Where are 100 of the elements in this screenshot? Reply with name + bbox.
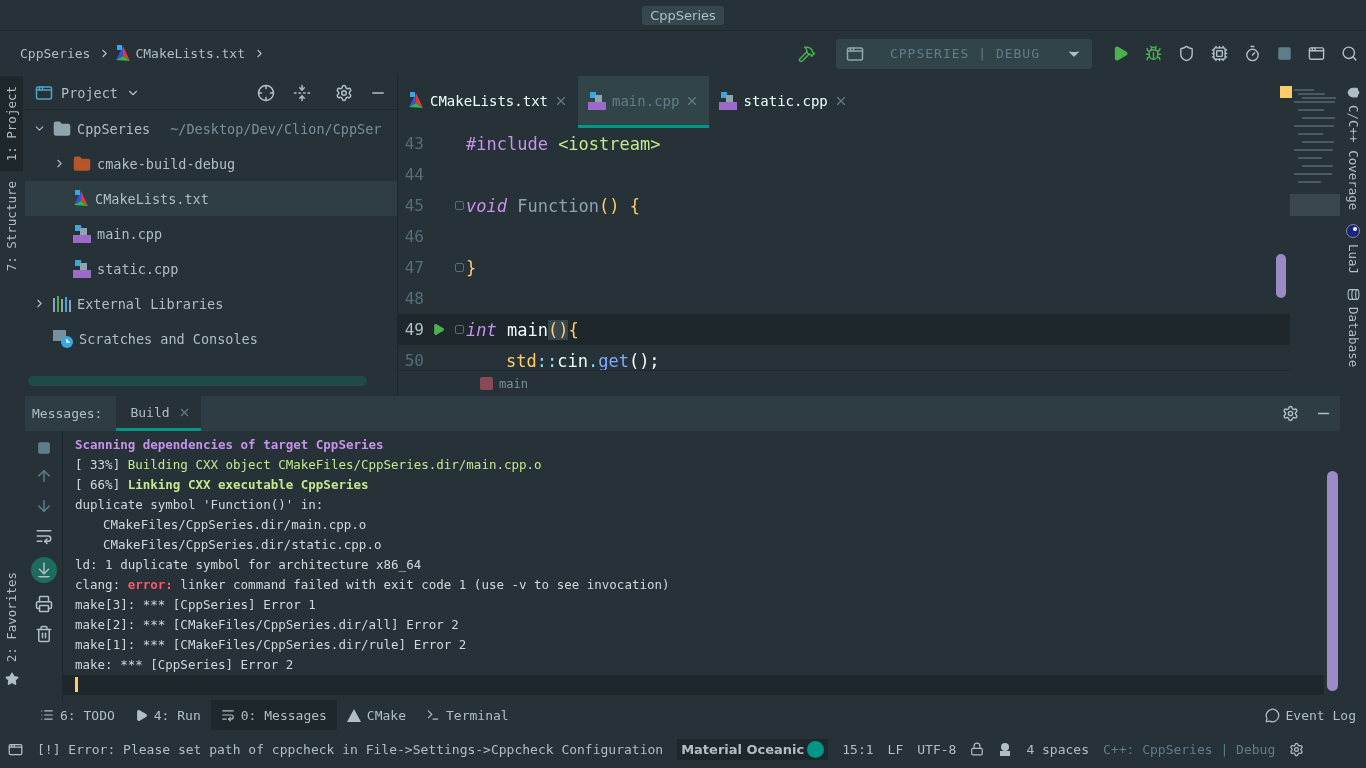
stop-icon[interactable] [1277,46,1292,61]
cmake-logo-icon [73,189,89,208]
line-separator[interactable]: LF [887,741,904,757]
line-number: 44 [403,165,424,184]
tree-item[interactable]: Scratches and Consoles [25,321,397,356]
file-encoding[interactable]: UTF-8 [917,741,957,757]
build-hammer-icon[interactable] [798,44,816,63]
speech-bubble-icon [1264,707,1280,723]
lock-icon[interactable] [970,742,985,756]
output-line: make[2]: *** [CMakeFiles/CppSeries.dir/all] Error 2 [74,616,460,635]
fold-marker-icon[interactable] [454,325,464,334]
line-number: 43 [403,134,424,153]
output-line: CMakeFiles/CppSeries.dir/static.cpp.o [102,535,383,554]
tree-item[interactable]: static.cpp [25,251,397,286]
cpp-file-icon [73,259,91,278]
breadcrumb[interactable]: main [499,376,528,391]
tree-item[interactable]: External Libraries [25,286,397,321]
output-line: make: *** [CppSeries] Error 2 [74,656,295,675]
tool-window-tab[interactable]: C/C++ Coverage [1345,86,1361,211]
terminal-icon [426,708,440,722]
tool-window-tab[interactable]: 1: Project [0,76,23,172]
console-input[interactable] [63,674,1324,695]
database-icon [1346,288,1360,302]
line-number: 50 [403,351,424,370]
output-line: Scanning dependencies of target CppSeries [74,435,385,454]
printer-icon[interactable] [34,595,53,613]
tool-window-tab[interactable]: LuaJ [1345,224,1361,275]
output-line: make[3]: *** [CppSeries] Error 1 [74,596,317,615]
output-line: duplicate symbol 'Function()' in: [74,495,325,514]
fold-marker-icon[interactable] [454,263,464,272]
breadcrumb[interactable]: CMakeLists.txt [115,44,271,63]
tool-window-tab[interactable]: Terminal [416,700,519,730]
editor-tab[interactable]: CMakeLists.txt [398,76,578,128]
run-gutter-icon[interactable] [431,323,445,336]
tree-item[interactable]: CppSeries ~/Desktop/Dev/Clion/CppSer [25,111,397,146]
line-number: 45 [403,196,424,215]
play-icon [134,708,148,722]
output-line: [ 33%] Building CXX object CMakeFiles/CppSeries.dir/main.cpp.o [74,455,543,474]
output-line: [ 66%] Linking CXX executable CppSeries [74,475,370,494]
library-icon [53,295,71,312]
search-icon[interactable] [1341,45,1358,62]
breadcrumb[interactable]: CppSeries [20,46,116,61]
caret-position[interactable]: 15:1 [842,741,874,757]
output-line: CMakeFiles/CppSeries.dir/main.cpp.o [102,515,368,534]
line-number: 48 [403,289,424,308]
output-line: ld: 1 duplicate symbol for architecture x86_64 [74,556,423,574]
tree-item[interactable]: main.cpp [25,216,397,251]
panel-label: Messages: [32,405,103,423]
tool-window-tab[interactable]: 7: Structure [0,171,23,282]
project-path: ~/Desktop/Dev/Clion/CppSer [170,120,382,137]
panel-title[interactable]: Project [61,84,118,101]
terminal-window-icon[interactable] [1308,45,1325,62]
window-icon [35,83,53,102]
cpp-file-icon [719,91,738,110]
code-line: #include <iostream> [466,133,661,154]
function-icon [480,377,493,390]
line-number: 46 [403,227,424,246]
status-message: [!] Error: Please set path of cppcheck in File->Settings->Cppcheck Configuration [37,741,664,757]
bug-icon[interactable] [1145,45,1162,62]
theme-indicator[interactable]: Material Oceanic [677,738,829,760]
moon-icon [1346,224,1360,239]
window-title: CppSeries [642,5,724,25]
tree-item[interactable]: CMakeLists.txt [25,181,397,216]
code-line: int main(){ [466,319,579,340]
triangle-icon [346,708,361,722]
scroll-to-end-icon[interactable] [30,557,57,583]
tool-window-tab[interactable]: Database [1345,288,1361,368]
code-line: std::cin.get(); [505,350,660,370]
indent-setting[interactable]: 4 spaces [1026,741,1089,757]
collapse-icon[interactable] [293,83,311,102]
cmake-logo-icon [408,91,424,110]
editor-tab[interactable]: static.cpp [709,76,858,128]
soft-wrap-icon[interactable] [34,527,53,545]
code-line: } [466,257,477,278]
panel-tab[interactable]: Build [116,396,201,431]
cpp-file-icon [73,224,91,243]
fold-marker-icon[interactable] [454,201,464,210]
tool-window-tab[interactable]: 6: TODO [30,700,125,730]
settings-icon[interactable] [1289,741,1305,757]
folder-icon [73,154,91,173]
scrollbar-thumb [1276,254,1286,298]
window-icon [846,44,864,63]
layout-icon[interactable] [8,741,23,757]
folder-icon [53,119,71,138]
settings-icon[interactable] [335,83,353,102]
tool-window-tab[interactable]: 0: Messages [210,700,337,730]
locate-icon[interactable] [257,83,275,102]
trash-icon[interactable] [34,625,53,643]
output-line: clang: error: linker command failed with exit code 1 (use -v to see invocation) [74,576,671,595]
line-number: 49 [403,320,424,339]
event-log-button[interactable]: Event Log [1254,700,1366,730]
tree-item[interactable]: cmake-build-debug [25,146,397,181]
code-line: void Function() { [466,195,641,216]
output-line: make[1]: *** [CMakeFiles/CppSeries.dir/rule] Error 2 [74,636,468,655]
cmake-logo-icon [115,44,132,63]
tool-window-tab[interactable]: 2: Favorites [0,561,23,672]
tool-window-tab[interactable]: 4: Run [124,700,211,730]
run-icon[interactable] [1112,45,1129,62]
tool-window-tab[interactable]: CMake [336,700,416,730]
stop-icon[interactable] [36,441,51,455]
